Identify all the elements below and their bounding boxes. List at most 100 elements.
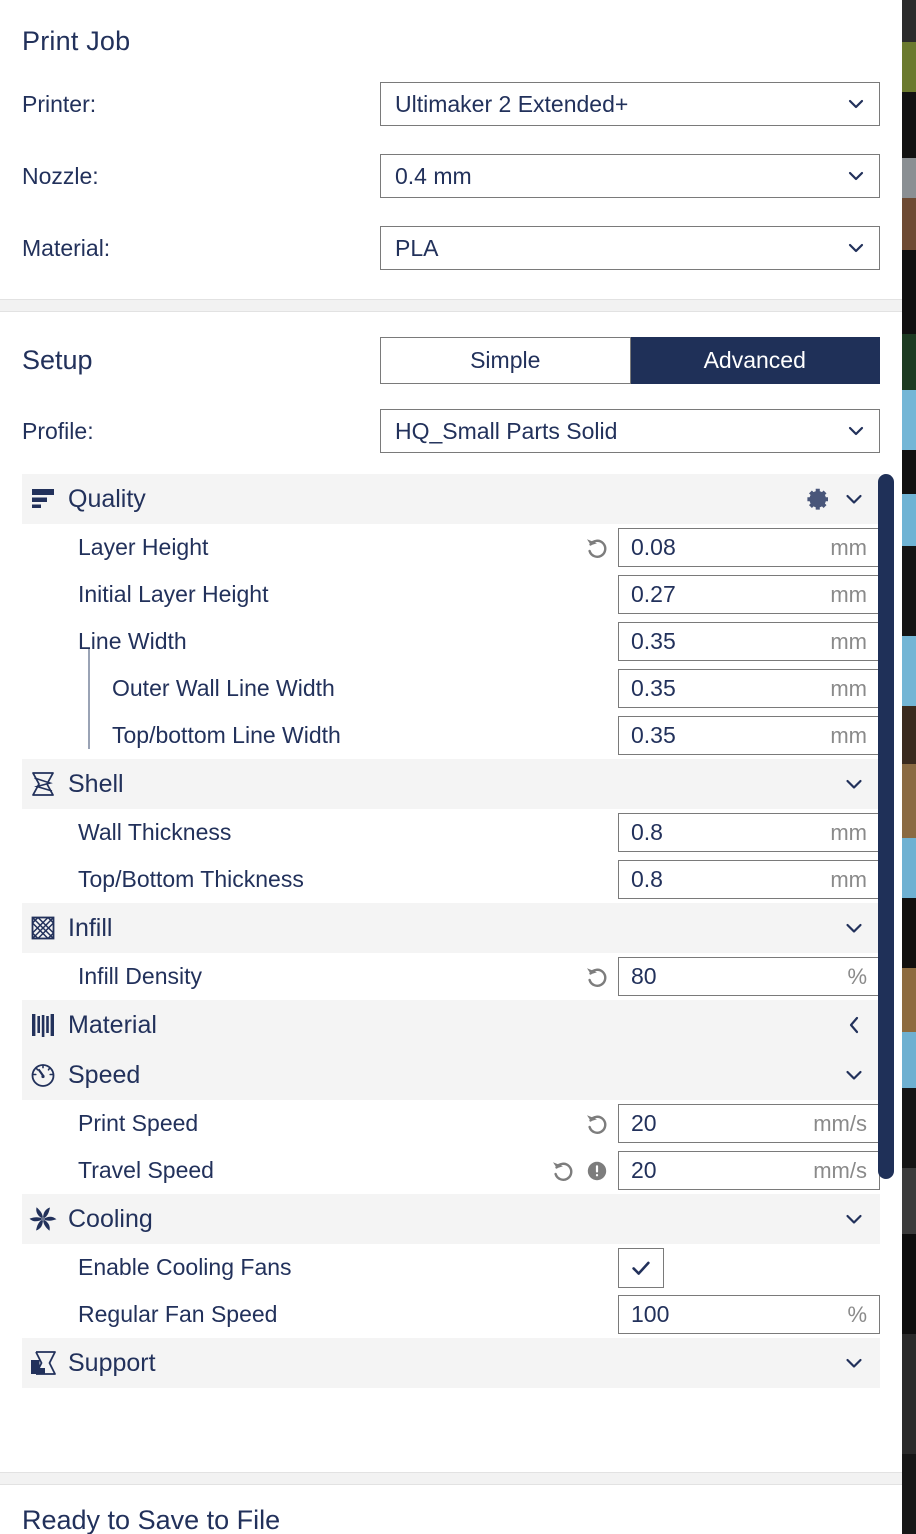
setting-value: 0.35 [631, 675, 676, 702]
revert-icon[interactable] [584, 964, 610, 990]
settings-scrollbar[interactable] [878, 474, 894, 1184]
chevron-down-icon[interactable] [844, 1065, 864, 1085]
setting-value-field[interactable]: 0.8mm [618, 860, 880, 899]
setup-title: Setup [22, 345, 380, 376]
setting-value-field[interactable]: 0.08mm [618, 528, 880, 567]
setting-value-field[interactable]: 100% [618, 1295, 880, 1334]
tree-guide-line [88, 649, 90, 749]
chevron-left-icon[interactable] [844, 1015, 864, 1035]
category-header-material[interactable]: Material [22, 1000, 880, 1050]
setting-value: 0.27 [631, 581, 676, 608]
setting-value-field[interactable]: 0.35mm [618, 716, 880, 755]
setting-value-field[interactable]: 80% [618, 957, 880, 996]
setting-label: Regular Fan Speed [22, 1301, 610, 1328]
setting-value: 0.35 [631, 722, 676, 749]
setting-group-quality: Layer Height0.08mm Initial Layer Height 0.… [22, 524, 880, 759]
category-header-support[interactable]: Support [22, 1338, 880, 1388]
printer-label: Printer: [22, 91, 380, 118]
chevron-down-icon[interactable] [844, 1353, 864, 1373]
printer-row: Printer: Ultimaker 2 Extended+ [22, 75, 880, 133]
nozzle-value: 0.4 mm [395, 163, 472, 190]
shell-hourglass-icon [28, 769, 58, 799]
setting-label: Enable Cooling Fans [22, 1254, 610, 1281]
infill-crosshatch-icon [28, 913, 58, 943]
setting-row: Wall Thickness 0.8mm [22, 809, 880, 856]
category-header-speed[interactable]: Speed [22, 1050, 880, 1100]
footer-divider [0, 1472, 902, 1485]
setting-row: Top/Bottom Thickness0.8mm [22, 856, 880, 903]
settings-panel: Print Job Printer: Ultimaker 2 Extended+… [0, 0, 902, 1534]
quality-bars-icon [28, 484, 58, 514]
settings-list: QualityLayer Height0.08mm Initial Layer H… [22, 474, 880, 1388]
nozzle-row: Nozzle: 0.4 mm [22, 147, 880, 205]
tab-advanced[interactable]: Advanced [631, 337, 881, 384]
cooling-fan-icon [28, 1204, 58, 1234]
setting-unit: % [847, 964, 867, 990]
revert-icon[interactable] [584, 535, 610, 561]
category-label: Material [68, 1011, 844, 1040]
category-label: Shell [68, 770, 844, 799]
nozzle-select[interactable]: 0.4 mm [380, 154, 880, 198]
setting-label: Wall Thickness [22, 819, 610, 846]
setting-row: Top/bottom Line Width0.35mm [22, 712, 880, 759]
section-divider [0, 299, 902, 312]
setting-label: Infill Density [22, 963, 584, 990]
setting-row: Line Width 0.35mm [22, 618, 880, 665]
revert-icon[interactable] [550, 1158, 576, 1184]
category-header-shell[interactable]: Shell [22, 759, 880, 809]
profile-select[interactable]: HQ_Small Parts Solid [380, 409, 880, 453]
setup-mode-toggle: Simple Advanced [380, 337, 880, 384]
chevron-down-icon [847, 239, 865, 257]
print-job-section: Print Job Printer: Ultimaker 2 Extended+… [0, 0, 902, 277]
category-header-infill[interactable]: Infill [22, 903, 880, 953]
revert-icon[interactable] [584, 1111, 610, 1137]
support-block-icon [28, 1348, 58, 1378]
setting-group-shell: Wall Thickness0.8mmTop/Bottom Thickness0… [22, 809, 880, 903]
setting-group-speed: Print Speed20mm/sTravel Speed20mm/s [22, 1100, 880, 1194]
setting-value-field[interactable]: 0.35mm [618, 669, 880, 708]
setting-unit: % [847, 1302, 867, 1328]
chevron-down-icon[interactable] [844, 1209, 864, 1229]
setting-unit: mm [830, 535, 867, 561]
material-bars-icon [28, 1010, 58, 1040]
profile-row: Profile: HQ_Small Parts Solid [22, 402, 880, 460]
footer-status-title: Ready to Save to File [22, 1505, 280, 1534]
chevron-down-icon[interactable] [844, 774, 864, 794]
setting-group-infill: Infill Density 80% [22, 953, 880, 1000]
setting-value-field[interactable]: 20mm/s [618, 1151, 880, 1190]
setting-value: 20 [631, 1157, 657, 1184]
setting-label: Line Width [22, 628, 610, 655]
setting-value: 80 [631, 963, 657, 990]
chevron-down-icon[interactable] [844, 489, 864, 509]
desktop-background-sliver [902, 0, 916, 1534]
category-header-cooling[interactable]: Cooling [22, 1194, 880, 1244]
setting-icons [584, 964, 618, 990]
setting-row: Enable Cooling Fans [22, 1244, 880, 1291]
profile-label: Profile: [22, 418, 380, 445]
setting-label: Initial Layer Height [22, 581, 610, 608]
material-row: Material: PLA [22, 219, 880, 277]
scrollbar-thumb[interactable] [878, 474, 894, 1179]
speed-gauge-icon [28, 1060, 58, 1090]
setting-value-field[interactable]: 20mm/s [618, 1104, 880, 1143]
tab-simple[interactable]: Simple [380, 337, 631, 384]
category-header-quality[interactable]: Quality [22, 474, 880, 524]
warning-icon[interactable] [584, 1158, 610, 1184]
setup-section: Setup Simple Advanced Profile: HQ_Small … [0, 330, 902, 460]
setting-value-field[interactable]: 0.27mm [618, 575, 880, 614]
setting-value-field[interactable]: 0.8mm [618, 813, 880, 852]
setting-unit: mm [830, 867, 867, 893]
chevron-down-icon[interactable] [844, 918, 864, 938]
material-select[interactable]: PLA [380, 226, 880, 270]
cura-print-settings-panel: Print Job Printer: Ultimaker 2 Extended+… [0, 0, 916, 1534]
category-label: Support [68, 1349, 844, 1378]
setting-checkbox[interactable] [618, 1248, 664, 1288]
gear-icon[interactable] [804, 486, 830, 512]
setting-row: Layer Height0.08mm [22, 524, 880, 571]
chevron-down-icon [847, 167, 865, 185]
material-label: Material: [22, 235, 380, 262]
setting-value-field[interactable]: 0.35mm [618, 622, 880, 661]
chevron-down-icon [847, 422, 865, 440]
category-label: Infill [68, 914, 844, 943]
printer-select[interactable]: Ultimaker 2 Extended+ [380, 82, 880, 126]
